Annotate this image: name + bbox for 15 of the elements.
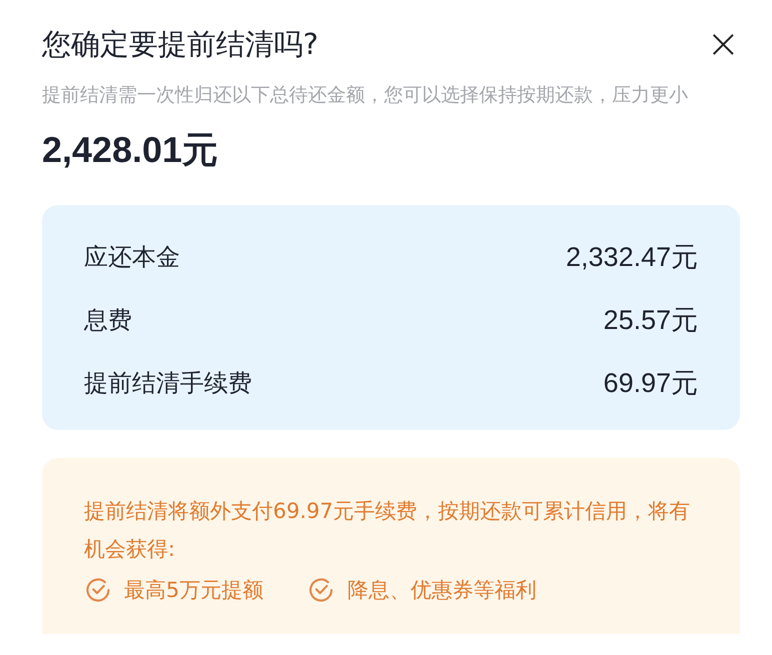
- item-value: 2,332.47元: [566, 240, 698, 274]
- total-amount: 2,428.01元: [42, 128, 220, 172]
- notice-text: 提前结清将额外支付69.97元手续费，按期还款可累计信用，将有机会获得:: [84, 498, 692, 563]
- item-label: 息费: [84, 304, 132, 336]
- item-label: 应还本金: [84, 242, 180, 272]
- check-circle-icon: [84, 576, 112, 604]
- check-circle-icon: [307, 576, 336, 604]
- dialog-title: 您确定要提前结清吗?: [42, 26, 318, 63]
- item-value: 69.97元: [603, 366, 698, 400]
- item-label: 提前结清手续费: [84, 368, 252, 398]
- benefit-text: 降息、优惠券等福利: [347, 577, 536, 604]
- item-value: 25.57元: [603, 304, 698, 336]
- benefit-text: 最高5万元提额: [124, 577, 264, 604]
- description: 提前结清需一次性归还以下总待还金额，您可以选择保持按期还款，压力更小: [42, 83, 689, 108]
- close-button[interactable]: ×: [706, 24, 740, 64]
